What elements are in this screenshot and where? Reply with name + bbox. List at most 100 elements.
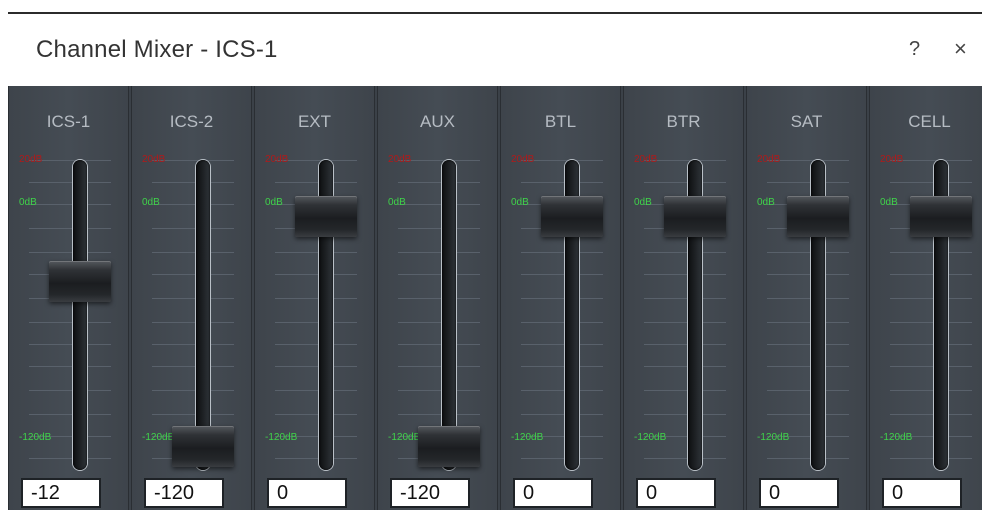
scale-tick xyxy=(521,298,603,299)
scale-tick xyxy=(644,366,726,367)
fader-knob[interactable] xyxy=(787,196,849,237)
scale-tick xyxy=(275,322,357,323)
scale-tick xyxy=(644,252,726,253)
scale-max-label: 20dB xyxy=(142,154,166,165)
scale-tick xyxy=(890,458,972,459)
fader-track[interactable] xyxy=(73,160,87,470)
scale-tick xyxy=(767,182,849,183)
scale-tick xyxy=(890,344,972,345)
level-value-field[interactable]: 0 xyxy=(267,478,347,508)
scale-tick xyxy=(398,344,480,345)
scale-tick xyxy=(767,298,849,299)
channel-strip: ICS-1 20dB 0dB -120dB -12 xyxy=(8,86,129,510)
scale-tick xyxy=(521,322,603,323)
fader-knob[interactable] xyxy=(295,196,357,237)
level-value-field[interactable]: -120 xyxy=(390,478,470,508)
scale-zero-label: 0dB xyxy=(880,197,898,208)
scale-tick xyxy=(275,274,357,275)
channel-label: BTR xyxy=(666,112,701,131)
scale-tick xyxy=(890,182,972,183)
scale-tick xyxy=(398,366,480,367)
scale-tick xyxy=(767,414,849,415)
scale-tick xyxy=(644,390,726,391)
scale-zero-label: 0dB xyxy=(19,197,37,208)
level-value-field[interactable]: 0 xyxy=(636,478,716,508)
scale-max-label: 20dB xyxy=(511,154,535,165)
scale-tick xyxy=(398,322,480,323)
scale-tick xyxy=(152,414,234,415)
channel-label: SAT xyxy=(790,112,823,131)
scale-tick xyxy=(152,204,234,205)
scale-tick xyxy=(767,322,849,323)
scale-tick xyxy=(767,252,849,253)
fader-knob[interactable] xyxy=(910,196,972,237)
fader-knob[interactable] xyxy=(541,196,603,237)
fader-knob[interactable] xyxy=(418,426,480,467)
scale-min-label: -120dB xyxy=(388,432,421,443)
scale-tick xyxy=(890,322,972,323)
level-value-field[interactable]: -120 xyxy=(144,478,224,508)
scale-tick xyxy=(644,414,726,415)
level-value-field[interactable]: 0 xyxy=(882,478,962,508)
scale-tick xyxy=(890,274,972,275)
scale-tick xyxy=(890,414,972,415)
scale-tick xyxy=(275,252,357,253)
window-title: Channel Mixer - ICS-1 xyxy=(36,36,278,63)
level-value-field[interactable]: 0 xyxy=(759,478,839,508)
mixer-panel: ICS-1 20dB 0dB -120dB -12 ICS-2 20dB 0dB -120dB -… xyxy=(8,86,982,510)
scale-max-label: 20dB xyxy=(757,154,781,165)
scale-tick xyxy=(152,366,234,367)
scale-tick xyxy=(29,458,111,459)
help-button[interactable]: ? xyxy=(909,38,920,60)
scale-tick xyxy=(644,458,726,459)
scale-min-label: -120dB xyxy=(19,432,52,443)
scale-min-label: -120dB xyxy=(142,432,175,443)
level-value-field[interactable]: -12 xyxy=(21,478,101,508)
scale-min-label: -120dB xyxy=(265,432,298,443)
scale-tick xyxy=(152,228,234,229)
scale-zero-label: 0dB xyxy=(142,197,160,208)
scale-max-label: 20dB xyxy=(880,154,904,165)
scale-tick xyxy=(29,322,111,323)
scale-tick xyxy=(29,344,111,345)
scale-tick xyxy=(521,344,603,345)
fader-knob[interactable] xyxy=(664,196,726,237)
close-button[interactable]: × xyxy=(954,38,967,60)
scale-zero-label: 0dB xyxy=(388,197,406,208)
channel-mixer-window: Channel Mixer - ICS-1 ? × ICS-1 20dB 0dB -1… xyxy=(0,0,982,510)
scale-tick xyxy=(890,252,972,253)
fader-knob[interactable] xyxy=(172,426,234,467)
channel-label: ICS-2 xyxy=(169,112,214,131)
channel-label: AUX xyxy=(420,112,455,131)
scale-tick xyxy=(398,252,480,253)
scale-tick xyxy=(152,390,234,391)
channel-label: CELL xyxy=(908,112,951,131)
scale-tick xyxy=(275,414,357,415)
scale-tick xyxy=(398,414,480,415)
scale-tick xyxy=(890,298,972,299)
fader-knob[interactable] xyxy=(49,261,111,302)
scale-tick xyxy=(275,182,357,183)
scale-tick xyxy=(398,298,480,299)
level-value-field[interactable]: 0 xyxy=(513,478,593,508)
scale-tick xyxy=(767,390,849,391)
fader-track[interactable] xyxy=(442,160,456,470)
scale-max-label: 20dB xyxy=(265,154,289,165)
channel-strip: ICS-2 20dB 0dB -120dB -120 xyxy=(131,86,252,510)
scale-min-label: -120dB xyxy=(634,432,667,443)
channel-label: EXT xyxy=(297,112,332,131)
scale-tick xyxy=(29,252,111,253)
scale-tick xyxy=(275,458,357,459)
scale-zero-label: 0dB xyxy=(757,197,775,208)
scale-tick xyxy=(275,366,357,367)
scale-tick xyxy=(29,204,111,205)
fader-track[interactable] xyxy=(196,160,210,470)
scale-tick xyxy=(152,182,234,183)
scale-tick xyxy=(398,228,480,229)
scale-tick xyxy=(398,274,480,275)
channel-label: BTL xyxy=(544,112,577,131)
scale-tick xyxy=(644,344,726,345)
scale-min-label: -120dB xyxy=(757,432,790,443)
scale-tick xyxy=(29,228,111,229)
scale-tick xyxy=(29,182,111,183)
